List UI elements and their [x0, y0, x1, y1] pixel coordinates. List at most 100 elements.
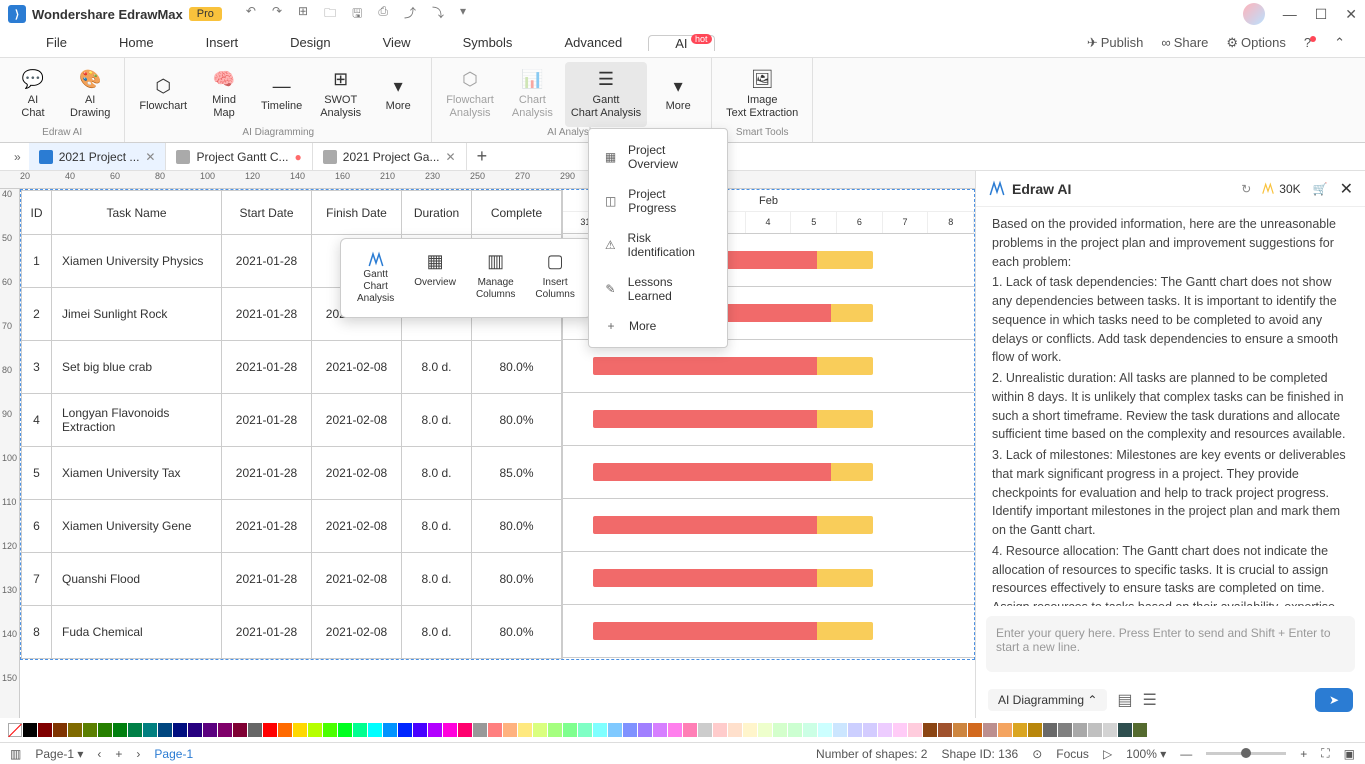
undo-icon[interactable]: ↶ — [246, 4, 256, 25]
ai-send-button[interactable]: ➤ — [1315, 688, 1353, 712]
focus-target-icon[interactable]: ⊙ — [1032, 747, 1042, 761]
color-swatch[interactable] — [1073, 723, 1087, 737]
qat-more-icon[interactable]: ▾ — [460, 4, 466, 25]
color-swatch[interactable] — [848, 723, 862, 737]
user-avatar[interactable] — [1243, 3, 1265, 25]
gantt-row[interactable]: 5Xiamen University Tax2021-01-282021-02-… — [22, 447, 562, 500]
color-swatch[interactable] — [233, 723, 247, 737]
maximize-button[interactable]: ☐ — [1315, 6, 1328, 23]
zoom-slider[interactable] — [1206, 752, 1286, 755]
ribbon-more[interactable]: ▾More — [373, 62, 423, 127]
color-swatch[interactable] — [113, 723, 127, 737]
add-page-icon[interactable]: + — [115, 747, 122, 761]
color-swatch[interactable] — [248, 723, 262, 737]
ribbon-gantt-chart-analysis[interactable]: ☰GanttChart Analysis — [565, 62, 647, 127]
color-swatch[interactable] — [38, 723, 52, 737]
active-page-label[interactable]: Page-1 — [154, 747, 193, 761]
color-swatch[interactable] — [443, 723, 457, 737]
dropdown-more[interactable]: +More — [589, 311, 727, 341]
color-swatch[interactable] — [548, 723, 562, 737]
color-swatch[interactable] — [683, 723, 697, 737]
color-swatch[interactable] — [488, 723, 502, 737]
color-swatch[interactable] — [53, 723, 67, 737]
ai-credits[interactable]: 30K — [1261, 182, 1300, 196]
color-swatch[interactable] — [968, 723, 982, 737]
menu-design[interactable]: Design — [264, 35, 356, 51]
color-swatch[interactable] — [773, 723, 787, 737]
ai-close-button[interactable]: ✕ — [1340, 179, 1353, 199]
ribbon-ai-drawing[interactable]: 🎨AIDrawing — [64, 62, 116, 127]
gantt-bar[interactable] — [563, 499, 974, 552]
ribbon-ai-chat[interactable]: 💬AIChat — [8, 62, 58, 127]
color-swatch[interactable] — [578, 723, 592, 737]
new-icon[interactable]: ⊞ — [298, 4, 308, 25]
ribbon-image-text-extraction[interactable]: 🖼ImageText Extraction — [720, 62, 804, 127]
ai-mode-dropdown[interactable]: AI Diagramming ⌃ — [988, 689, 1107, 711]
color-swatch[interactable] — [353, 723, 367, 737]
gantt-bar[interactable] — [563, 393, 974, 446]
ai-cart-icon[interactable]: 🛒 — [1313, 182, 1328, 196]
color-swatch[interactable] — [503, 723, 517, 737]
color-swatch[interactable] — [833, 723, 847, 737]
menu-home[interactable]: Home — [93, 35, 180, 51]
color-swatch[interactable] — [68, 723, 82, 737]
color-swatch[interactable] — [728, 723, 742, 737]
color-swatch[interactable] — [713, 723, 727, 737]
ai-refresh-icon[interactable]: ↻ — [1241, 182, 1251, 196]
color-swatch[interactable] — [518, 723, 532, 737]
color-swatch[interactable] — [428, 723, 442, 737]
fit-page-icon[interactable]: ⛶ — [1321, 746, 1329, 761]
color-swatch[interactable] — [803, 723, 817, 737]
close-window-button[interactable]: ✕ — [1345, 6, 1357, 23]
color-swatch[interactable] — [323, 723, 337, 737]
menu-file[interactable]: File — [20, 35, 93, 51]
color-swatch[interactable] — [818, 723, 832, 737]
gantt-bar[interactable] — [563, 605, 974, 658]
color-swatch[interactable] — [788, 723, 802, 737]
color-swatch[interactable] — [413, 723, 427, 737]
ai-history-icon[interactable]: ☰ — [1143, 690, 1157, 710]
color-swatch[interactable] — [638, 723, 652, 737]
redo-icon[interactable]: ↷ — [272, 4, 282, 25]
print-icon[interactable]: ⎙ — [378, 4, 388, 25]
dropdown-project-overview[interactable]: ▦Project Overview — [589, 135, 727, 179]
ai-query-input[interactable]: Enter your query here. Press Enter to se… — [986, 616, 1355, 672]
no-fill-swatch[interactable] — [8, 723, 22, 737]
ribbon-flowchart[interactable]: ⬡Flowchart — [133, 62, 193, 127]
color-swatch[interactable] — [1043, 723, 1057, 737]
zoom-out-icon[interactable]: — — [1180, 747, 1192, 761]
float-manage-columns[interactable]: ▥ManageColumns — [466, 247, 525, 309]
color-swatch[interactable] — [758, 723, 772, 737]
doc-tab[interactable]: 2021 Project ...✕ — [29, 143, 167, 170]
float-gantt-chart-analysis[interactable]: GanttChartAnalysis — [347, 247, 404, 309]
color-swatch[interactable] — [383, 723, 397, 737]
color-swatch[interactable] — [293, 723, 307, 737]
gantt-row[interactable]: 3Set big blue crab2021-01-282021-02-088.… — [22, 341, 562, 394]
color-swatch[interactable] — [938, 723, 952, 737]
publish-button[interactable]: ✈ Publish — [1087, 35, 1144, 51]
color-swatch[interactable] — [893, 723, 907, 737]
color-swatch[interactable] — [338, 723, 352, 737]
color-swatch[interactable] — [533, 723, 547, 737]
float-overview[interactable]: ▦Overview — [404, 247, 466, 309]
presentation-icon[interactable]: ▷ — [1103, 747, 1112, 761]
menu-ai[interactable]: AIhot — [648, 35, 714, 51]
ribbon-swot-analysis[interactable]: ⊞SWOTAnalysis — [314, 62, 367, 127]
color-swatch[interactable] — [953, 723, 967, 737]
doc-tab[interactable]: Project Gantt C...● — [166, 143, 312, 170]
color-swatch[interactable] — [593, 723, 607, 737]
color-swatch[interactable] — [458, 723, 472, 737]
color-swatch[interactable] — [1118, 723, 1132, 737]
color-swatch[interactable] — [743, 723, 757, 737]
color-swatch[interactable] — [863, 723, 877, 737]
color-swatch[interactable] — [983, 723, 997, 737]
color-swatch[interactable] — [1028, 723, 1042, 737]
fullscreen-icon[interactable]: ▣ — [1344, 747, 1355, 761]
color-swatch[interactable] — [173, 723, 187, 737]
focus-label[interactable]: Focus — [1056, 747, 1089, 761]
open-icon[interactable]: 🗀 — [324, 4, 336, 25]
color-swatch[interactable] — [908, 723, 922, 737]
dropdown-risk-identification[interactable]: ⚠Risk Identification — [589, 223, 727, 267]
color-swatch[interactable] — [923, 723, 937, 737]
save-icon[interactable]: 🖫 — [352, 4, 362, 25]
